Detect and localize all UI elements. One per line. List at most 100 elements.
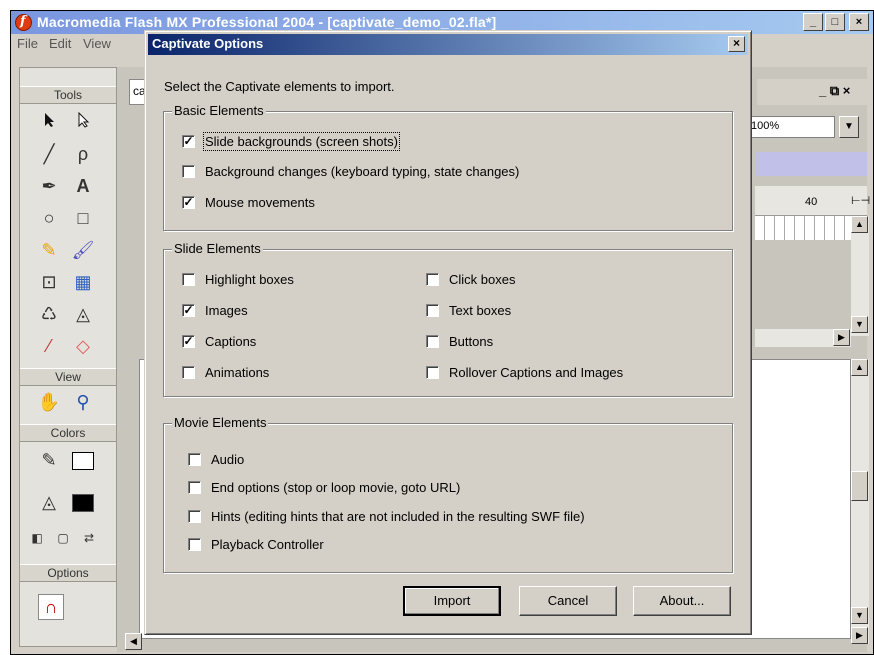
eyedropper-icon[interactable]: ⁄ <box>34 332 64 360</box>
swap-colors-icon[interactable]: ⇄ <box>74 524 104 552</box>
timeline-vertical-scrollbar[interactable]: ▲ ▼ <box>851 216 869 336</box>
dialog-instruction: Select the Captivate elements to import. <box>164 79 395 94</box>
checkbox-mouse-movements[interactable]: ✓ Mouse movements <box>182 195 315 210</box>
fill-transform-icon[interactable]: ▦ <box>68 268 98 296</box>
stage-vertical-scrollbar[interactable]: ▲ ▼ ▶ <box>851 359 869 644</box>
checkbox-playback-controller[interactable]: Playback Controller <box>188 537 324 552</box>
text-icon[interactable]: A <box>68 172 98 200</box>
fill-color-icon[interactable]: ◬ <box>34 488 64 516</box>
stage-scroll-left-icon[interactable]: ◀ <box>125 633 142 650</box>
free-transform-icon[interactable]: ⊡ <box>34 268 64 296</box>
checkbox-box[interactable] <box>188 510 201 523</box>
subselect-icon[interactable] <box>68 108 98 136</box>
checkbox-hints[interactable]: Hints (editing hints that are not includ… <box>188 509 585 524</box>
scroll-down-icon[interactable]: ▼ <box>851 316 868 333</box>
minimize-button[interactable]: _ <box>803 13 823 31</box>
hand-icon[interactable]: ✋ <box>34 388 64 416</box>
checkbox-box[interactable] <box>426 335 439 348</box>
arrow-icon[interactable] <box>34 108 64 136</box>
center-frame-icon[interactable]: ⊢⊣ <box>851 194 870 207</box>
oval-icon[interactable]: ○ <box>34 204 64 232</box>
checkbox-label: Images <box>205 303 248 318</box>
checkbox-box[interactable] <box>188 538 201 551</box>
checkbox-label: Hints (editing hints that are not includ… <box>211 509 585 524</box>
cancel-button[interactable]: Cancel <box>519 586 617 616</box>
captivate-options-dialog: Captivate Options × Select the Captivate… <box>144 30 752 635</box>
checkbox-label: Animations <box>205 365 270 380</box>
checkbox-box[interactable] <box>188 453 201 466</box>
checkbox-box[interactable]: ✓ <box>182 196 195 209</box>
stroke-color-swatch[interactable] <box>72 452 94 470</box>
menu-file[interactable]: File <box>17 36 38 51</box>
about-button[interactable]: About... <box>633 586 731 616</box>
checkbox-box[interactable] <box>426 366 439 379</box>
checkbox-audio[interactable]: Audio <box>188 452 244 467</box>
paint-bucket-icon[interactable]: ◬ <box>68 300 98 328</box>
timeline-horizontal-scrollbar[interactable]: ▶ <box>755 329 851 347</box>
close-button[interactable]: × <box>849 13 869 31</box>
zoom-dropdown-arrow-icon[interactable]: ▼ <box>839 116 859 138</box>
dialog-titlebar[interactable]: Captivate Options × <box>148 34 748 55</box>
checkbox-label: Highlight boxes <box>205 272 294 287</box>
checkbox-animations[interactable]: Animations <box>182 365 269 380</box>
checkbox-box[interactable]: ✓ <box>182 135 195 148</box>
checkbox-box[interactable] <box>182 165 195 178</box>
slide-elements-legend: Slide Elements <box>172 241 263 257</box>
document-header: _ ⧉ × <box>757 79 867 105</box>
checkbox-label: Slide backgrounds (screen shots) <box>203 132 400 151</box>
checkbox-label: Text boxes <box>449 303 512 318</box>
timeline-header <box>755 152 867 176</box>
line-icon[interactable]: ╱ <box>34 140 64 168</box>
checkbox-label: Click boxes <box>449 272 516 287</box>
zoom-field[interactable]: 100% <box>747 116 835 138</box>
snap-magnet-icon[interactable]: ∩ <box>38 594 64 620</box>
menu-edit[interactable]: Edit <box>49 36 71 51</box>
eraser-icon[interactable]: ◇ <box>68 332 98 360</box>
lasso-icon[interactable]: ρ <box>68 140 98 168</box>
stroke-color-icon[interactable]: ✎ <box>34 446 64 474</box>
ink-bottle-icon[interactable]: ♺ <box>34 300 64 328</box>
checkbox-box[interactable]: ✓ <box>182 335 195 348</box>
restore-button[interactable]: □ <box>825 13 845 31</box>
checkbox-box[interactable] <box>426 273 439 286</box>
stage-scroll-up-icon[interactable]: ▲ <box>851 359 868 376</box>
flash-logo-icon <box>15 14 32 31</box>
checkbox-images[interactable]: ✓ Images <box>182 303 248 318</box>
pen-icon[interactable]: ✒ <box>34 172 64 200</box>
timeline-frames[interactable] <box>755 216 851 240</box>
stage-scroll-thumb[interactable] <box>851 471 868 501</box>
tools-header: Tools <box>20 86 116 104</box>
checkbox-end-options[interactable]: End options (stop or loop movie, goto UR… <box>188 480 460 495</box>
menu-view[interactable]: View <box>83 36 111 51</box>
import-button[interactable]: Import <box>403 586 501 616</box>
pencil-icon[interactable]: ✎ <box>34 236 64 264</box>
checkbox-click-boxes[interactable]: Click boxes <box>426 272 515 287</box>
scroll-right-icon[interactable]: ▶ <box>833 329 850 346</box>
dialog-close-button[interactable]: × <box>728 36 745 52</box>
checkbox-highlight-boxes[interactable]: Highlight boxes <box>182 272 294 287</box>
checkbox-text-boxes[interactable]: Text boxes <box>426 303 511 318</box>
options-section-label: Options <box>20 564 116 582</box>
checkbox-label: End options (stop or loop movie, goto UR… <box>211 480 461 495</box>
timeline-ruler: 40 ⊢⊣ <box>755 186 870 216</box>
checkbox-background-changes[interactable]: Background changes (keyboard typing, sta… <box>182 164 519 179</box>
checkbox-box[interactable] <box>188 481 201 494</box>
checkbox-rollover-captions[interactable]: Rollover Captions and Images <box>426 365 623 380</box>
checkbox-box[interactable] <box>182 273 195 286</box>
fill-color-swatch[interactable] <box>72 494 94 512</box>
brush-icon[interactable]: 🖌 <box>68 236 98 264</box>
stage-scroll-down-icon[interactable]: ▼ <box>851 607 868 624</box>
view-section-label: View <box>20 368 116 386</box>
document-window-controls[interactable]: _ ⧉ × <box>819 83 850 99</box>
checkbox-box[interactable]: ✓ <box>182 304 195 317</box>
checkbox-box[interactable] <box>182 366 195 379</box>
checkbox-box[interactable] <box>426 304 439 317</box>
checkbox-slide-backgrounds[interactable]: ✓ Slide backgrounds (screen shots) <box>182 132 400 151</box>
stage-scroll-right-icon[interactable]: ▶ <box>851 627 868 644</box>
checkbox-captions[interactable]: ✓ Captions <box>182 334 256 349</box>
scroll-up-icon[interactable]: ▲ <box>851 216 868 233</box>
zoom-icon[interactable]: ⚲ <box>68 388 98 416</box>
ruler-frame-number: 40 <box>805 196 818 208</box>
checkbox-buttons[interactable]: Buttons <box>426 334 493 349</box>
rect-icon[interactable]: □ <box>68 204 98 232</box>
